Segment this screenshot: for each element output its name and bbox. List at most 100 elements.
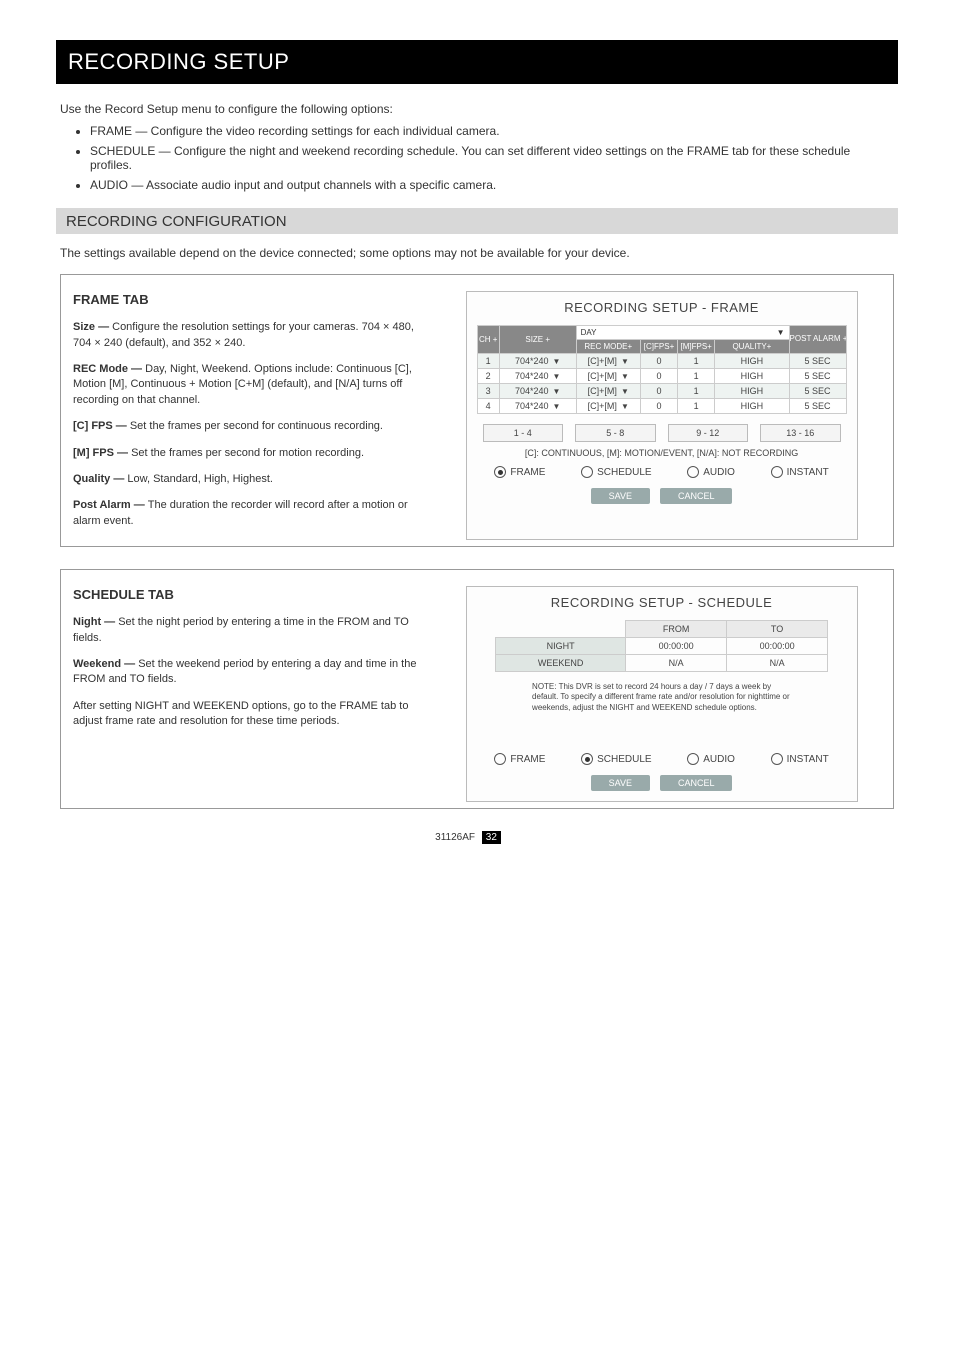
chevron-down-icon: ▼ <box>553 402 561 411</box>
radio-schedule[interactable]: SCHEDULE <box>581 753 651 765</box>
hdr-mfps[interactable]: [M]FPS+ <box>678 340 715 354</box>
schedule-table: FROM TO NIGHT 00:00:00 00:00:00 WEEKEND … <box>495 620 828 672</box>
sched-night-text: Set the night period by entering a time … <box>73 616 409 643</box>
radio-audio-label: AUDIO <box>703 467 735 478</box>
cell-mode-dropdown[interactable]: [C]+[M]▼ <box>576 369 640 384</box>
sched-weekend-label: Weekend — <box>73 658 138 670</box>
cell-size-dropdown[interactable]: 704*240▼ <box>499 399 576 414</box>
radio-icon <box>687 753 699 765</box>
table-row: 2704*240▼[C]+[M]▼01HIGH5 SEC <box>477 369 846 384</box>
hdr-size[interactable]: SIZE + <box>499 326 576 354</box>
pager: 1 - 4 5 - 8 9 - 12 13 - 16 <box>477 424 847 442</box>
radio-instant[interactable]: INSTANT <box>771 753 829 765</box>
cell-size-dropdown[interactable]: 704*240▼ <box>499 384 576 399</box>
schedule-panel: RECORDING SETUP - SCHEDULE FROM TO NIGHT… <box>466 586 858 802</box>
radio-audio-label: AUDIO <box>703 754 735 765</box>
sched-hdr-from: FROM <box>626 621 727 638</box>
hdr-ch[interactable]: CH + <box>477 326 499 354</box>
frame-radio-row: FRAME SCHEDULE AUDIO INSTANT <box>477 466 847 478</box>
radio-schedule-label: SCHEDULE <box>597 754 651 765</box>
radio-frame[interactable]: FRAME <box>494 753 545 765</box>
radio-schedule-label: SCHEDULE <box>597 467 651 478</box>
radio-icon <box>687 466 699 478</box>
sched-weekend-from[interactable]: N/A <box>626 655 727 672</box>
radio-instant-label: INSTANT <box>787 754 829 765</box>
chevron-down-icon: ▼ <box>621 372 629 381</box>
cell-size-dropdown[interactable]: 704*240▼ <box>499 369 576 384</box>
subsection-header-text: RECORDING CONFIGURATION <box>66 213 287 230</box>
radio-audio[interactable]: AUDIO <box>687 753 735 765</box>
section-header-text: RECORDING SETUP <box>68 49 289 75</box>
frame-box: FRAME TAB Size — Configure the resolutio… <box>60 274 894 547</box>
chevron-down-icon: ▼ <box>777 328 785 337</box>
cell-mode-dropdown[interactable]: [C]+[M]▼ <box>576 399 640 414</box>
save-button[interactable]: SAVE <box>591 488 650 504</box>
cell-cfps[interactable]: 0 <box>640 399 677 414</box>
save-button[interactable]: SAVE <box>591 775 650 791</box>
table-row: 3704*240▼[C]+[M]▼01HIGH5 SEC <box>477 384 846 399</box>
schedule-desc-column: SCHEDULE TAB Night — Set the night perio… <box>73 586 442 802</box>
bullet-audio: AUDIO — Associate audio input and output… <box>90 178 894 192</box>
intro-bullets: FRAME — Configure the video recording se… <box>60 124 894 192</box>
cell-quality[interactable]: HIGH <box>715 354 789 369</box>
radio-icon <box>771 466 783 478</box>
schedule-panel-title: RECORDING SETUP - SCHEDULE <box>477 595 847 610</box>
cell-mode-dropdown[interactable]: [C]+[M]▼ <box>576 384 640 399</box>
bullet-schedule: SCHEDULE — Configure the night and weeke… <box>90 144 894 172</box>
cell-mfps[interactable]: 1 <box>678 399 715 414</box>
cancel-button[interactable]: CANCEL <box>660 488 733 504</box>
cell-cfps[interactable]: 0 <box>640 354 677 369</box>
radio-schedule[interactable]: SCHEDULE <box>581 466 651 478</box>
radio-frame[interactable]: FRAME <box>494 466 545 478</box>
sched-weekend-to[interactable]: N/A <box>727 655 828 672</box>
intro-text: Use the Record Setup menu to configure t… <box>60 102 894 116</box>
hdr-day-dropdown[interactable]: DAY ▼ <box>576 326 789 340</box>
cell-postalarm[interactable]: 5 SEC <box>789 369 846 384</box>
cell-postalarm[interactable]: 5 SEC <box>789 384 846 399</box>
pager-1-4[interactable]: 1 - 4 <box>483 424 564 442</box>
frame-qual-label: Quality — <box>73 473 127 485</box>
radio-frame-label: FRAME <box>510 754 545 765</box>
cell-mode-dropdown[interactable]: [C]+[M]▼ <box>576 354 640 369</box>
hdr-cfps[interactable]: [C]FPS+ <box>640 340 677 354</box>
radio-audio[interactable]: AUDIO <box>687 466 735 478</box>
sched-hdr-to: TO <box>727 621 828 638</box>
pager-5-8[interactable]: 5 - 8 <box>575 424 656 442</box>
pager-13-16[interactable]: 13 - 16 <box>760 424 841 442</box>
radio-icon <box>494 753 506 765</box>
cell-cfps[interactable]: 0 <box>640 384 677 399</box>
subsection-desc: The settings available depend on the dev… <box>60 246 894 260</box>
sched-row-weekend: WEEKEND <box>496 655 626 672</box>
cell-postalarm[interactable]: 5 SEC <box>789 399 846 414</box>
sched-night-from[interactable]: 00:00:00 <box>626 638 727 655</box>
cell-mfps[interactable]: 1 <box>678 369 715 384</box>
radio-frame-label: FRAME <box>510 467 545 478</box>
frame-desc-column: FRAME TAB Size — Configure the resolutio… <box>73 291 442 540</box>
cell-quality[interactable]: HIGH <box>715 399 789 414</box>
cell-quality[interactable]: HIGH <box>715 369 789 384</box>
frame-panel-title: RECORDING SETUP - FRAME <box>477 300 847 315</box>
footer-page-number: 32 <box>482 831 501 844</box>
bullet-frame: FRAME — Configure the video recording se… <box>90 124 894 138</box>
cell-ch: 1 <box>477 354 499 369</box>
sched-night-to[interactable]: 00:00:00 <box>727 638 828 655</box>
chevron-down-icon: ▼ <box>553 357 561 366</box>
cancel-button[interactable]: CANCEL <box>660 775 733 791</box>
cell-mfps[interactable]: 1 <box>678 384 715 399</box>
cell-ch: 2 <box>477 369 499 384</box>
hdr-quality[interactable]: QUALITY+ <box>715 340 789 354</box>
cell-mfps[interactable]: 1 <box>678 354 715 369</box>
chevron-down-icon: ▼ <box>621 402 629 411</box>
cell-postalarm[interactable]: 5 SEC <box>789 354 846 369</box>
cell-size-dropdown[interactable]: 704*240▼ <box>499 354 576 369</box>
cell-quality[interactable]: HIGH <box>715 384 789 399</box>
subsection-header: RECORDING CONFIGURATION <box>56 208 898 234</box>
frame-size-label: Size — <box>73 321 112 333</box>
hdr-recmode[interactable]: REC MODE+ <box>576 340 640 354</box>
schedule-tab-title: SCHEDULE TAB <box>73 586 432 604</box>
cell-cfps[interactable]: 0 <box>640 369 677 384</box>
radio-instant[interactable]: INSTANT <box>771 466 829 478</box>
radio-icon <box>581 753 593 765</box>
hdr-post[interactable]: POST ALARM + <box>789 326 846 354</box>
pager-9-12[interactable]: 9 - 12 <box>668 424 749 442</box>
